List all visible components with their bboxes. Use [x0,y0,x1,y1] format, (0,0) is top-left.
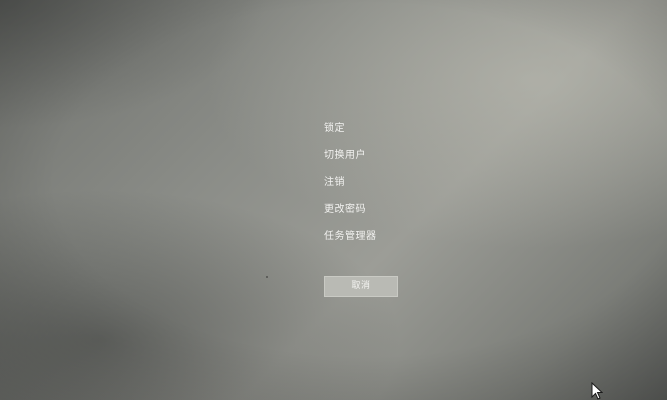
security-options-menu: 锁定 切换用户 注销 更改密码 任务管理器 [324,120,444,255]
menu-item-task-manager[interactable]: 任务管理器 [324,228,444,246]
menu-item-sign-out[interactable]: 注销 [324,174,444,192]
screen-speck [266,276,268,278]
cancel-button[interactable]: 取消 [324,276,398,297]
menu-item-lock[interactable]: 锁定 [324,120,444,138]
menu-item-switch-user[interactable]: 切换用户 [324,147,444,165]
menu-item-change-password[interactable]: 更改密码 [324,201,444,219]
mouse-pointer-icon [591,382,603,400]
